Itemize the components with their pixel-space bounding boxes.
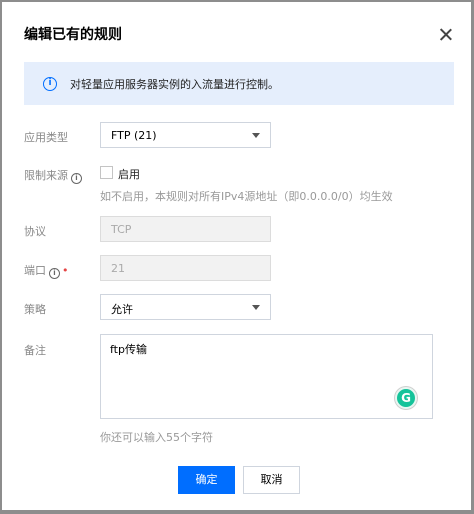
app-type-value: FTP (21)	[111, 129, 157, 142]
app-type-label: 应用类型	[24, 131, 68, 144]
confirm-button[interactable]: 确定	[178, 466, 235, 494]
protocol-field: TCP	[100, 216, 271, 242]
source-label-text: 限制来源	[24, 169, 68, 182]
port-label-text: 端口	[24, 264, 46, 277]
source-label: 限制来源 i	[24, 167, 82, 184]
info-icon[interactable]: i	[71, 173, 82, 184]
port-field: 21	[100, 255, 271, 281]
policy-value: 允许	[111, 303, 133, 316]
port-value: 21	[111, 262, 125, 275]
policy-label: 策略	[24, 303, 46, 316]
protocol-value: TCP	[111, 223, 132, 236]
limit-source-checkbox-label[interactable]: 启用	[118, 166, 140, 182]
notice-text: 对轻量应用服务器实例的入流量进行控制。	[70, 78, 279, 91]
edit-rule-dialog: 编辑已有的规则 i 对轻量应用服务器实例的入流量进行控制。 应用类型 FTP (…	[2, 2, 471, 510]
app-type-select[interactable]: FTP (21)	[100, 122, 271, 148]
remark-label: 备注	[24, 344, 46, 357]
remark-counter: 你还可以输入55个字符	[100, 431, 213, 444]
chevron-down-icon	[252, 133, 260, 138]
cancel-button[interactable]: 取消	[243, 466, 300, 494]
protocol-label: 协议	[24, 225, 46, 238]
source-hint: 如不启用，本规则对所有IPv4源地址（即0.0.0.0/0）均生效	[100, 190, 393, 203]
close-icon[interactable]	[435, 24, 457, 46]
required-mark: •	[62, 264, 69, 277]
policy-select[interactable]: 允许	[100, 294, 271, 320]
info-icon[interactable]: i	[49, 268, 60, 279]
grammarly-icon[interactable]: G	[395, 387, 417, 409]
dialog-title: 编辑已有的规则	[24, 27, 122, 43]
chevron-down-icon	[252, 305, 260, 310]
remark-textarea[interactable]: ftp传输 G	[100, 334, 433, 419]
limit-source-checkbox[interactable]	[100, 166, 113, 179]
port-label: 端口 i •	[24, 262, 69, 279]
info-notice: i 对轻量应用服务器实例的入流量进行控制。	[24, 62, 454, 105]
info-icon: i	[43, 77, 57, 91]
remark-value: ftp传输	[110, 343, 147, 356]
